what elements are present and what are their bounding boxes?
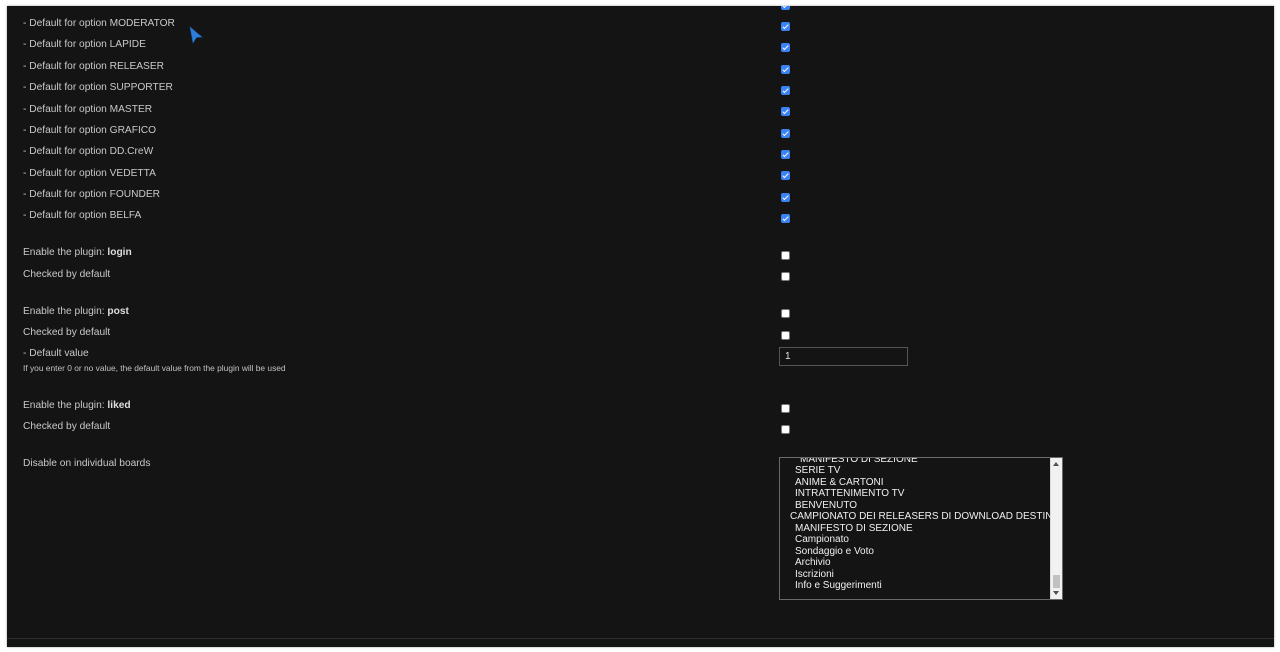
option-checkbox-lapide[interactable] xyxy=(781,43,790,52)
plugin-post-enable-label: Enable the plugin: post xyxy=(23,306,129,317)
plugin-post-checked-checkbox[interactable] xyxy=(781,331,790,340)
option-label-releaser: - Default for option RELEASER xyxy=(23,61,164,72)
option-label-grafico: - Default for option GRAFICO xyxy=(23,125,157,136)
plugin-post-checked-label: Checked by default xyxy=(23,327,111,338)
board-option[interactable]: Campionato xyxy=(795,534,849,546)
option-checkbox-moderator[interactable] xyxy=(781,22,790,31)
plugin-login-checked-checkbox[interactable] xyxy=(781,272,790,281)
plugin-login-enable-label: Enable the plugin: login xyxy=(23,247,132,258)
plugin-liked-checked-checkbox[interactable] xyxy=(781,425,790,434)
plugin-liked-checked-label: Checked by default xyxy=(23,421,111,432)
option-label-vedetta: - Default for option VEDETTA xyxy=(23,168,156,179)
plugin-login-name: login xyxy=(107,247,132,258)
board-category-option[interactable]: CAMPIONATO DEI RELEASERS DI DOWNLOAD DES… xyxy=(790,511,1062,523)
board-option[interactable]: Info e Suggerimenti xyxy=(795,580,882,592)
listbox-scrollbar[interactable] xyxy=(1050,458,1062,599)
option-label-moderator: - Default for option MODERATOR xyxy=(23,18,175,29)
option-checkbox-ddcrew[interactable] xyxy=(781,150,790,159)
option-label-lapide: - Default for option LAPIDE xyxy=(23,39,146,50)
option-checkbox-vedetta[interactable] xyxy=(781,171,790,180)
option-label-ddcrew: - Default for option DD.CreW xyxy=(23,146,154,157)
plugin-liked-name: liked xyxy=(107,400,131,411)
disable-boards-multiselect[interactable]: MANIFESTO DI SEZIONE SERIE TV ANIME & CA… xyxy=(779,457,1063,600)
option-label-master: - Default for option MASTER xyxy=(23,104,153,115)
plugin-post-default-value-hint: If you enter 0 or no value, the default … xyxy=(23,363,286,373)
option-checkbox-partial[interactable] xyxy=(781,6,790,10)
scrollbar-thumb[interactable] xyxy=(1053,575,1060,588)
scroll-up-arrow-icon[interactable] xyxy=(1053,462,1059,466)
plugin-post-default-value-input[interactable]: 1 xyxy=(779,347,908,366)
option-checkbox-releaser[interactable] xyxy=(781,65,790,74)
board-option[interactable]: INTRATTENIMENTO TV xyxy=(795,488,904,500)
option-checkbox-founder[interactable] xyxy=(781,193,790,202)
option-label-belfa: - Default for option BELFA xyxy=(23,210,142,221)
option-checkbox-master[interactable] xyxy=(781,107,790,116)
plugin-liked-enable-checkbox[interactable] xyxy=(781,404,790,413)
plugin-liked-enable-label: Enable the plugin: liked xyxy=(23,400,131,411)
option-checkbox-supporter[interactable] xyxy=(781,86,790,95)
settings-panel: - Default for option MODERATOR - Default… xyxy=(7,6,1274,647)
plugin-post-enable-checkbox[interactable] xyxy=(781,309,790,318)
board-option[interactable]: SERIE TV xyxy=(795,465,840,477)
option-label-supporter: - Default for option SUPPORTER xyxy=(23,82,173,93)
scroll-down-arrow-icon[interactable] xyxy=(1053,591,1059,595)
mouse-pointer-icon xyxy=(189,26,203,44)
plugin-post-name: post xyxy=(107,306,129,317)
option-label-founder: - Default for option FOUNDER xyxy=(23,189,161,200)
option-checkbox-belfa[interactable] xyxy=(781,214,790,223)
plugin-login-enable-checkbox[interactable] xyxy=(781,251,790,260)
option-checkbox-grafico[interactable] xyxy=(781,129,790,138)
plugin-post-default-value-label: - Default value xyxy=(23,348,89,359)
plugin-login-checked-label: Checked by default xyxy=(23,269,111,280)
board-option[interactable]: Archivio xyxy=(795,557,831,569)
disable-boards-label: Disable on individual boards xyxy=(23,458,151,469)
